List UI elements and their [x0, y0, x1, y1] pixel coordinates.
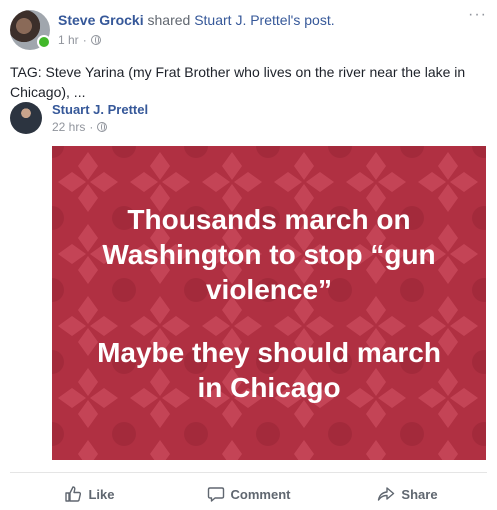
meme-line: in Chicago — [197, 371, 341, 403]
actions-divider — [10, 472, 487, 473]
meta-separator: · — [82, 33, 87, 47]
globe-icon[interactable] — [90, 35, 101, 45]
shared-post-meta: 22 hrs · — [52, 120, 108, 134]
shared-action-text: shared — [147, 12, 191, 28]
like-button[interactable]: Like — [10, 480, 169, 508]
shared-timestamp[interactable]: 22 hrs — [52, 120, 85, 134]
share-label: Share — [401, 486, 438, 502]
post-header-line: Steve Grocki shared Stuart J. Prettel's … — [58, 12, 335, 28]
thumbs-up-icon — [65, 486, 82, 502]
shared-author-name-link[interactable]: Stuart J. Prettel — [52, 102, 148, 117]
shared-author-avatar[interactable] — [10, 102, 42, 134]
comment-icon — [207, 487, 224, 502]
post-actions: Like Comment Share — [10, 480, 487, 508]
meta-separator: · — [89, 120, 94, 134]
meme-line: Thousands march on — [127, 203, 411, 235]
more-options-button[interactable]: ··· — [468, 6, 487, 24]
globe-icon[interactable] — [97, 122, 108, 132]
meme-caption: Thousands march on Washington to stop “g… — [52, 146, 486, 460]
meme-line: Maybe they should march — [97, 336, 441, 368]
share-icon — [378, 487, 395, 501]
meme-line: violence” — [205, 273, 333, 305]
shared-post-link[interactable]: Stuart J. Prettel's post. — [194, 12, 334, 28]
like-label: Like — [88, 486, 115, 502]
comment-button[interactable]: Comment — [169, 480, 328, 508]
post-text: TAG: Steve Yarina (my Frat Brother who l… — [10, 62, 487, 102]
shared-post-header: Stuart J. Prettel 22 hrs · — [10, 100, 487, 138]
post-meta: 1 hr · — [58, 33, 101, 47]
post-timestamp[interactable]: 1 hr — [58, 33, 79, 47]
author-name-link[interactable]: Steve Grocki — [58, 12, 144, 28]
author-avatar[interactable] — [10, 10, 51, 50]
share-button[interactable]: Share — [328, 480, 487, 508]
online-status-icon — [37, 35, 51, 49]
post-text-line: TAG: Steve Yarina (my Frat Brother who l… — [10, 64, 466, 80]
comment-label: Comment — [230, 486, 291, 502]
meme-image[interactable]: Thousands march on Washington to stop “g… — [52, 146, 486, 460]
post-text-line: Chicago), ... — [10, 84, 86, 100]
post-header: Steve Grocki shared Stuart J. Prettel's … — [10, 6, 487, 52]
meme-line: Washington to stop “gun — [102, 238, 436, 270]
